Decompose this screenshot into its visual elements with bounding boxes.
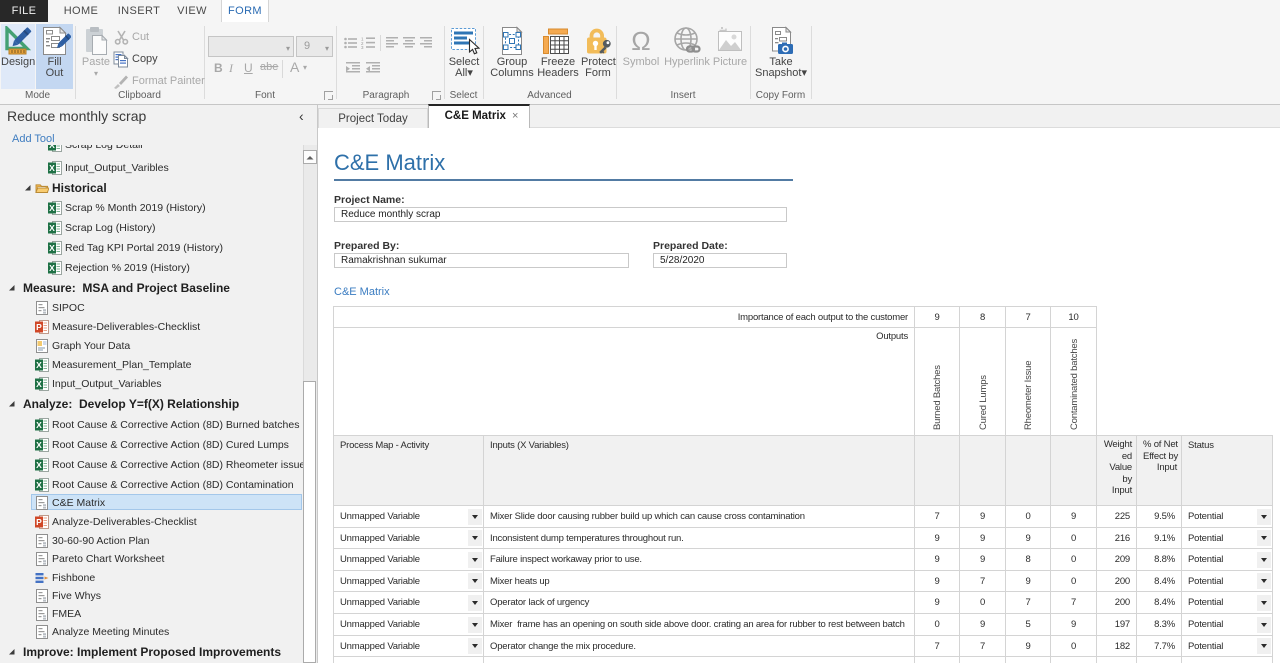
svg-text:3: 3 — [361, 45, 364, 49]
